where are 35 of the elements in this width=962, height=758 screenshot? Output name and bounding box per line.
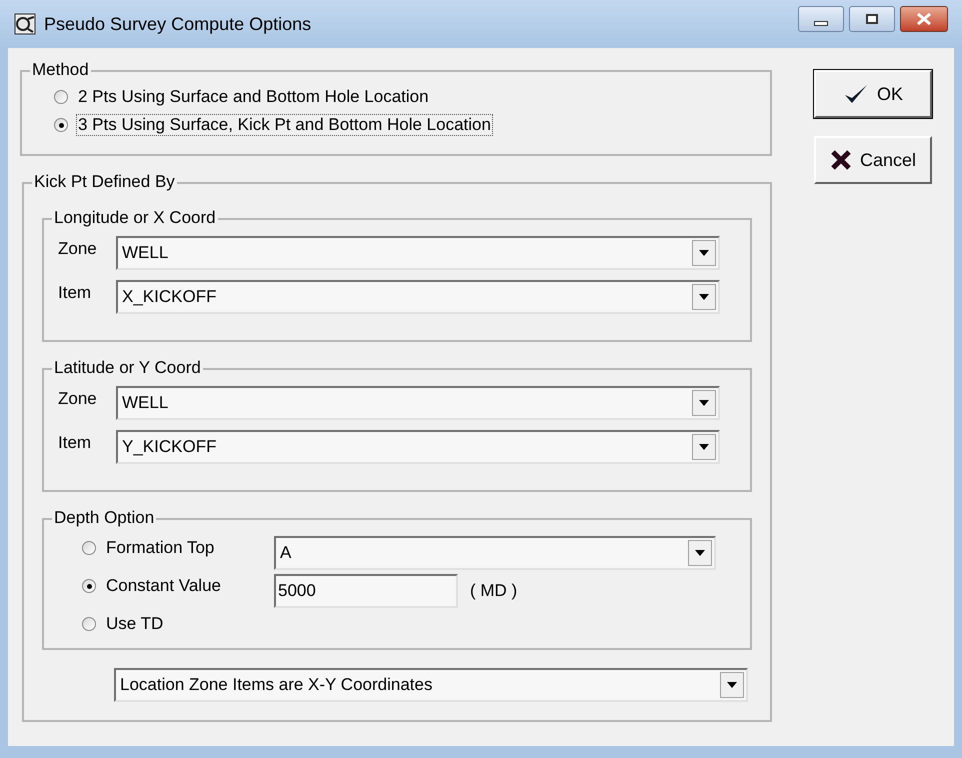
dropdown[interactable]: Location Zone Items are X-Y Coordinates <box>114 668 748 702</box>
window-title: Pseudo Survey Compute Options <box>44 12 312 36</box>
radio-button[interactable] <box>54 118 68 132</box>
checkmark-icon <box>842 83 869 105</box>
maximize-button[interactable] <box>849 6 895 32</box>
dropdown[interactable]: A <box>274 536 716 570</box>
radio-button[interactable] <box>82 541 96 555</box>
close-button[interactable] <box>900 6 948 32</box>
radio-button[interactable] <box>82 617 96 631</box>
field-label: Zone <box>58 238 98 260</box>
dropdown[interactable]: WELL <box>116 386 720 420</box>
radio-label[interactable]: 3 Pts Using Surface, Kick Pt and Bottom Hole Location <box>76 114 493 136</box>
ok-button[interactable]: OK <box>814 70 932 118</box>
radio-button[interactable] <box>54 90 68 104</box>
dropdown[interactable]: WELL <box>116 236 720 270</box>
input-field[interactable]: 5000 <box>274 574 458 608</box>
radio-label[interactable]: Use TD <box>106 611 164 637</box>
unit-label: ( MD ) <box>470 580 518 602</box>
dropdown[interactable]: X_KICKOFF <box>116 280 720 314</box>
close-icon <box>916 13 932 25</box>
cancel-button[interactable]: Cancel <box>814 136 932 184</box>
radio-label[interactable]: 2 Pts Using Surface and Bottom Hole Location <box>76 86 431 108</box>
group-title: Longitude or X Coord <box>52 208 218 228</box>
group-title: Kick Pt Defined By <box>32 172 177 192</box>
minimize-button[interactable] <box>798 6 844 32</box>
x-mark-icon <box>830 149 852 171</box>
radio-label[interactable]: Formation Top <box>106 535 214 561</box>
radio-label[interactable]: Constant Value <box>106 573 221 599</box>
field-label: Item <box>58 432 92 454</box>
field-label: Item <box>58 282 92 304</box>
radio-button[interactable] <box>82 579 96 593</box>
dropdown[interactable]: Y_KICKOFF <box>116 430 720 464</box>
field-label: Zone <box>58 388 98 410</box>
app-icon <box>14 13 36 35</box>
group-title: Depth Option <box>52 508 156 528</box>
